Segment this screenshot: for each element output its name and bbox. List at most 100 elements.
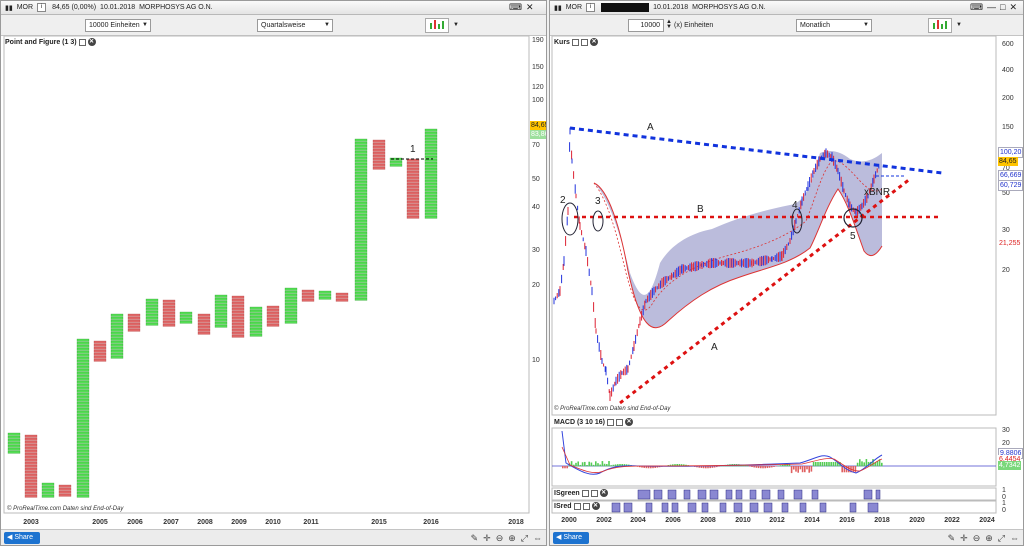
- macd-bar: [832, 462, 835, 467]
- y-tick-label: 20: [532, 282, 540, 289]
- macd-bar: [856, 462, 859, 467]
- close-panel-icon[interactable]: ✕: [87, 38, 96, 46]
- x-tick-label: 2005: [92, 519, 108, 526]
- isred-block: [733, 502, 743, 513]
- isgreen-block: [725, 489, 733, 500]
- isred-block: [781, 502, 789, 513]
- x-tick-label: 2012: [769, 517, 785, 524]
- macd-tick-label: 20: [1002, 440, 1010, 447]
- macd-bar: [768, 466, 771, 468]
- pf-o-column: [197, 313, 211, 335]
- pf-o-column: [266, 305, 280, 327]
- x-tick-label: 2014: [804, 517, 820, 524]
- x-tick-label: 2018: [508, 519, 524, 526]
- x-tick-label: 2020: [909, 517, 925, 524]
- pf-o-column: [93, 340, 107, 362]
- annotation-2: 2: [560, 195, 566, 206]
- pf-o-column: [335, 292, 349, 302]
- macd-bar: [881, 462, 883, 467]
- x-tick-label: 2006: [665, 517, 681, 524]
- crosshair-icon[interactable]: ✛: [483, 532, 491, 544]
- macd-bar: [821, 462, 824, 467]
- isgreen-block: [683, 489, 691, 500]
- x-tick-label: 2003: [23, 519, 39, 526]
- isred-block: [645, 502, 653, 513]
- wrench-icon[interactable]: [571, 38, 579, 46]
- draw-icon[interactable]: ✎: [948, 532, 956, 544]
- window-icon[interactable]: [582, 502, 590, 510]
- wrench-icon[interactable]: [581, 489, 589, 497]
- x-tick-label: 2004: [630, 517, 646, 524]
- y-tick-label: 30: [532, 247, 540, 254]
- wrench-icon[interactable]: [573, 502, 581, 510]
- isgreen-block: [863, 489, 873, 500]
- macd-bar: [834, 462, 837, 467]
- isgreen-block: [875, 489, 881, 500]
- y-tick-label: 150: [1002, 124, 1014, 131]
- macd-bar: [608, 461, 610, 467]
- macd-bar: [766, 466, 769, 469]
- draw-icon[interactable]: ✎: [471, 532, 479, 544]
- y-tick-label: 50: [532, 176, 540, 183]
- macd-bar: [599, 464, 601, 467]
- right-footer-tools: ✎ ✛ ⊖ ⊕ ⤢ ⇔: [948, 532, 1019, 544]
- x-tick-label: 2022: [944, 517, 960, 524]
- zoom-out-icon[interactable]: ⊖: [973, 532, 981, 544]
- macd-bar: [848, 466, 850, 473]
- macd-bar: [597, 463, 599, 467]
- close-panel-icon[interactable]: ✕: [589, 38, 598, 46]
- close-panel-icon[interactable]: ✕: [591, 502, 600, 510]
- pf-o-column: [162, 299, 176, 327]
- macd-bar: [790, 466, 793, 474]
- price-panel-label: Kurs ✕: [554, 38, 598, 46]
- x-tick-label: 2011: [303, 519, 319, 526]
- macd-bar: [799, 466, 802, 470]
- x-tick-label: 2010: [735, 517, 751, 524]
- expand-icon[interactable]: ⇔: [1010, 532, 1019, 544]
- close-panel-icon[interactable]: ✕: [599, 489, 608, 497]
- isgreen-block: [667, 489, 677, 500]
- y-tick-label: 120: [532, 84, 544, 91]
- macd-bar: [755, 466, 758, 468]
- macd-bar: [760, 466, 762, 469]
- macd-bar: [562, 466, 564, 469]
- isgreen-block: [697, 489, 707, 500]
- x-tick-label: 2006: [127, 519, 143, 526]
- left-chart-window: ▮▮ MOR i 84,65 (0,00%) 10.01.2018 MORPHO…: [0, 0, 547, 546]
- expand-icon[interactable]: ⇔: [533, 532, 542, 544]
- macd-panel-label: MACD (3 10 16) ✕: [554, 418, 633, 426]
- window-icon[interactable]: [580, 38, 588, 46]
- y-tick-label: 600: [1002, 41, 1014, 48]
- isred-block: [671, 502, 679, 513]
- window-icon[interactable]: [590, 489, 598, 497]
- fit-icon[interactable]: ⤢: [998, 532, 1005, 544]
- zoom-in-icon[interactable]: ⊕: [508, 532, 516, 544]
- macd-bar: [804, 466, 806, 473]
- y-tick-label: 50: [1002, 190, 1010, 197]
- crosshair-icon[interactable]: ✛: [960, 532, 968, 544]
- wrench-icon[interactable]: [78, 38, 86, 46]
- window-icon[interactable]: [615, 418, 623, 426]
- fit-icon[interactable]: ⤢: [521, 532, 528, 544]
- macd-bar: [764, 466, 766, 469]
- macd-bar: [841, 466, 843, 473]
- zoom-out-icon[interactable]: ⊖: [496, 532, 504, 544]
- y-tick-label: 100: [532, 97, 544, 104]
- left-footer-tools: ✎ ✛ ⊖ ⊕ ⤢ ⇔: [471, 532, 542, 544]
- share-button[interactable]: ◀ Share: [4, 532, 40, 544]
- isred-block: [661, 502, 669, 513]
- macd-bar: [586, 464, 588, 467]
- wrench-icon[interactable]: [606, 418, 614, 426]
- isgreen-block: [777, 489, 785, 500]
- share-button[interactable]: ◀ Share: [553, 532, 589, 544]
- macd-bar: [617, 464, 619, 467]
- isred-block: [799, 502, 807, 513]
- isred-block: [687, 502, 697, 513]
- macd-bar: [782, 464, 784, 467]
- isred-block: [623, 502, 633, 513]
- close-panel-icon[interactable]: ✕: [624, 418, 633, 426]
- macd-plot-area: [551, 427, 997, 487]
- macd-bar: [564, 466, 566, 469]
- zoom-in-icon[interactable]: ⊕: [985, 532, 993, 544]
- macd-bar: [590, 462, 593, 467]
